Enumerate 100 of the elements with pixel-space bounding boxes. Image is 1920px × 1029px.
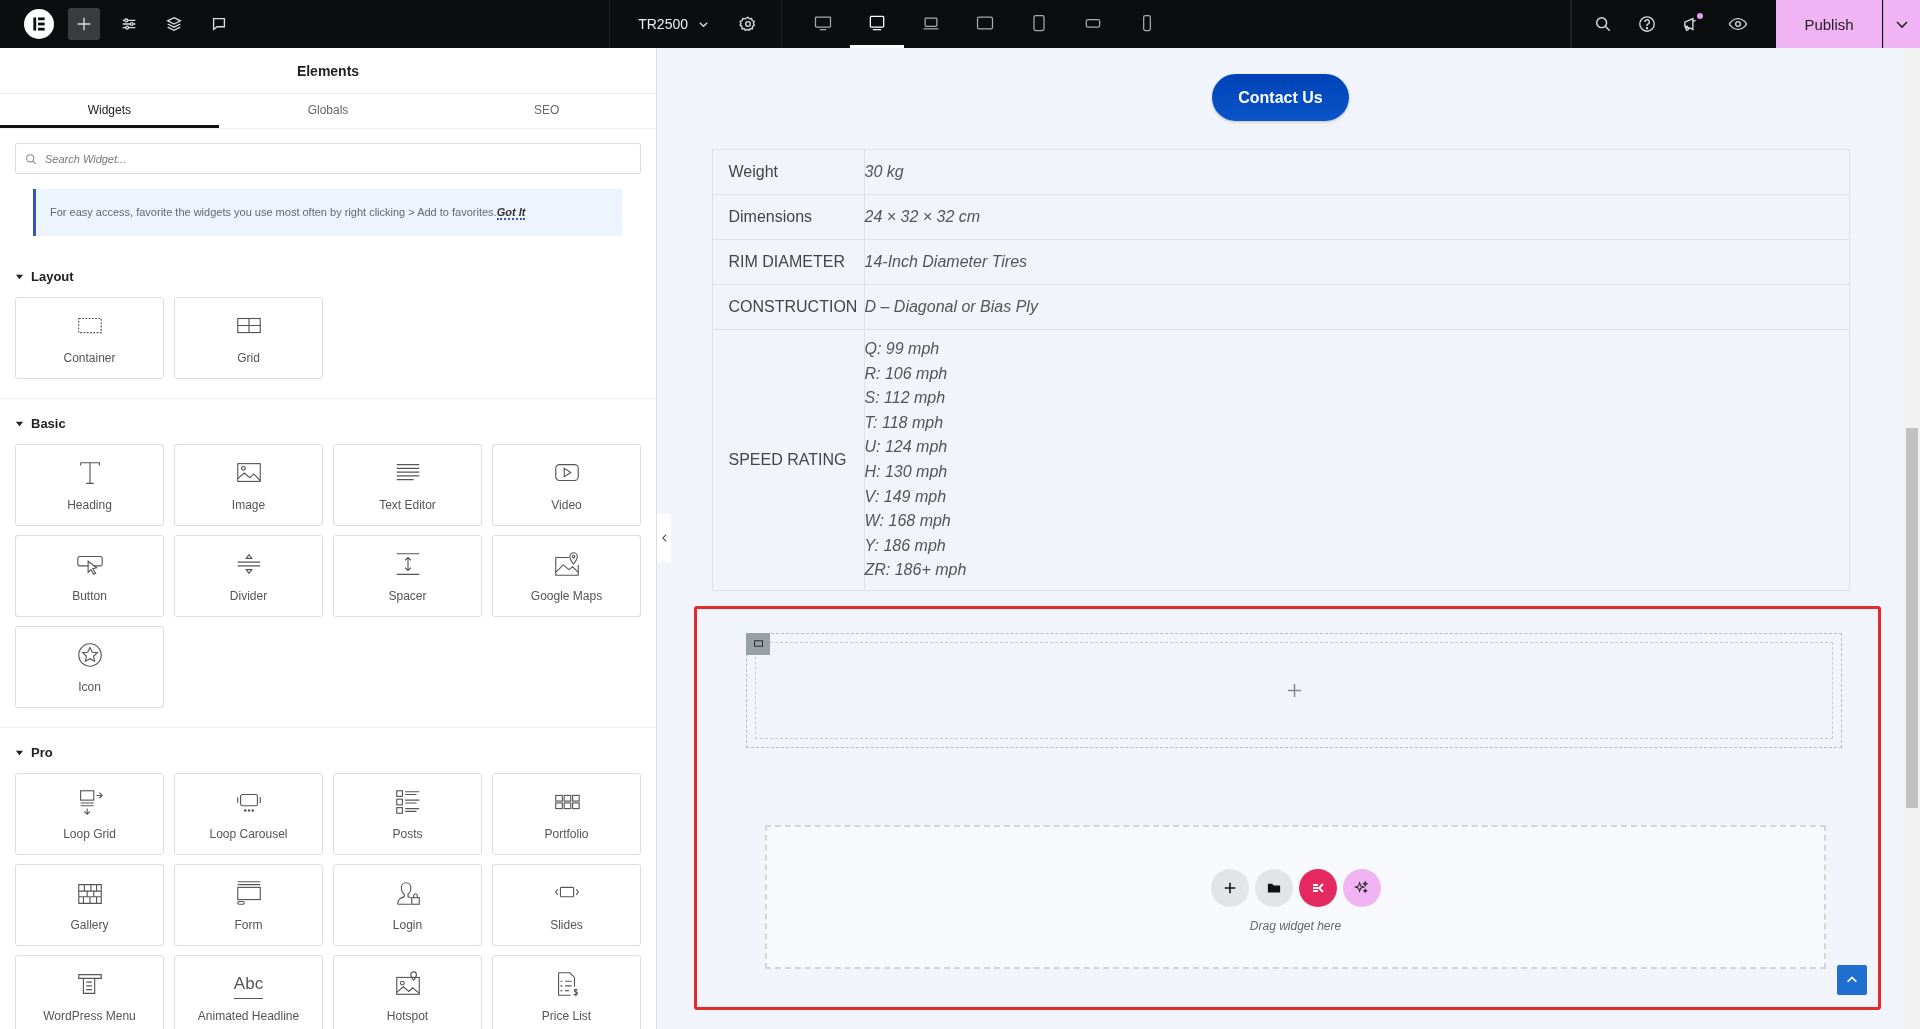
spec-label: Weight — [728, 163, 778, 180]
widget-tile[interactable]: Spacer — [333, 535, 482, 617]
site-selector[interactable]: TR2500 — [638, 16, 709, 32]
widget-tile[interactable]: Form — [174, 864, 323, 946]
add-button[interactable] — [68, 8, 100, 40]
drop-hint: Drag widget here — [1249, 918, 1342, 933]
widget-tile[interactable]: Grid — [174, 297, 323, 379]
scrollbar[interactable] — [1904, 48, 1920, 1029]
sliders-icon — [120, 15, 138, 33]
widget-tile[interactable]: Gallery — [15, 864, 164, 946]
spec-label: CONSTRUCTION — [728, 298, 858, 315]
search-field[interactable]: Search Widget... — [15, 143, 641, 174]
widget-tile[interactable]: Container — [15, 297, 164, 379]
widget-tile[interactable]: Video — [492, 444, 641, 526]
widget-label: Animated Headline — [197, 1010, 300, 1023]
widget-tile[interactable]: Loop Grid — [15, 773, 164, 855]
widget-label: Icon — [78, 681, 101, 694]
panel-tab[interactable]: Globals — [218, 94, 438, 128]
widget-label: Spacer — [388, 590, 427, 603]
widget-label: Form — [234, 919, 263, 932]
widget-label: Google Maps — [530, 590, 603, 603]
spec-label: Dimensions — [728, 208, 813, 225]
widget-tile[interactable]: Price List — [492, 955, 641, 1029]
caret-icon — [15, 272, 24, 281]
preview-icon[interactable] — [1728, 15, 1748, 33]
spec-label: RIM DIAMETER — [728, 253, 845, 270]
scroll-top-button[interactable] — [1837, 964, 1867, 995]
category-header[interactable]: Basic — [15, 399, 66, 444]
widget-label: Video — [551, 499, 582, 512]
help-icon[interactable] — [1638, 15, 1656, 33]
widget-label: WordPress Menu — [43, 1010, 136, 1023]
widget-tile[interactable]: Posts — [333, 773, 482, 855]
widget-label: Text Editor — [379, 499, 436, 512]
plus-icon — [1222, 880, 1237, 895]
contact-button[interactable]: Contact Us — [1212, 74, 1349, 121]
layers-icon — [165, 15, 183, 33]
tip-text: For easy access, favorite the widgets you use most often by right clicking > Add to favorites. — [50, 206, 497, 220]
spec-value: D – Diagonal or Bias Ply — [864, 296, 1040, 317]
spec-value: H: 130 mph — [864, 461, 949, 482]
category-header[interactable]: Layout — [15, 236, 74, 297]
widget-tile[interactable]: Login — [333, 864, 482, 946]
widget-tile[interactable]: Image — [174, 444, 323, 526]
search-icon[interactable] — [1594, 15, 1612, 33]
widget-label: Loop Carousel — [209, 828, 288, 841]
got-it-link[interactable]: Got It — [496, 206, 526, 220]
panel-title: Elements — [0, 48, 656, 94]
widget-label: Grid — [237, 352, 260, 365]
widget-label: Portfolio — [544, 828, 589, 841]
widget-tile[interactable]: Icon — [15, 626, 164, 708]
plus-icon — [75, 15, 93, 33]
widget-tile[interactable]: Portfolio — [492, 773, 641, 855]
widget-tile[interactable]: Slides — [492, 864, 641, 946]
logo-icon[interactable] — [24, 9, 54, 39]
widget-label: Container — [63, 352, 116, 365]
megaphone-icon[interactable] — [1682, 15, 1702, 33]
caret-icon — [15, 748, 24, 757]
widget-label: Image — [231, 499, 266, 512]
spec-value: R: 106 mph — [864, 363, 949, 384]
spec-value: 14-Inch Diameter Tires — [864, 251, 1029, 272]
widget-label: Hotspot — [386, 1010, 429, 1023]
sparkle-icon — [1354, 880, 1369, 896]
panel-tab[interactable]: SEO — [437, 94, 656, 128]
widget-label: Price List — [541, 1010, 592, 1023]
add-icon[interactable] — [1286, 682, 1302, 698]
spec-label: SPEED RATING — [728, 450, 847, 468]
spec-value: W: 168 mph — [864, 511, 952, 532]
spec-value: U: 124 mph — [864, 437, 949, 458]
settings-icon[interactable] — [739, 15, 757, 33]
widget-label: Login — [392, 919, 423, 932]
widget-tile[interactable]: Loop Carousel — [174, 773, 323, 855]
widget-label: Posts — [392, 828, 423, 841]
spec-value: 24 × 32 × 32 cm — [864, 206, 982, 227]
caret-icon — [15, 419, 24, 428]
widget-label: Slides — [550, 919, 583, 932]
category-header[interactable]: Pro — [15, 728, 53, 773]
ai-button[interactable] — [1342, 868, 1381, 907]
search-icon — [25, 153, 37, 165]
container-handle[interactable] — [746, 632, 770, 655]
widget-tile[interactable]: WordPress Menu — [15, 955, 164, 1029]
container-icon — [752, 639, 764, 649]
chevron-icon — [660, 533, 668, 543]
spec-value: V: 149 mph — [864, 486, 948, 507]
widget-tile[interactable]: Google Maps — [492, 535, 641, 617]
spec-value: Y: 186 mph — [864, 535, 947, 556]
widget-label: Gallery — [70, 919, 109, 932]
template-folder-button[interactable] — [1254, 868, 1293, 907]
kit-button[interactable] — [1298, 868, 1337, 907]
publish-button[interactable]: Publish — [1776, 0, 1882, 48]
panel-tab[interactable]: Widgets — [0, 94, 219, 128]
add-section-button[interactable] — [1210, 868, 1249, 907]
widget-tile[interactable]: Button — [15, 535, 164, 617]
widget-tile[interactable]: Abc Animated Headline — [174, 955, 323, 1029]
spec-value: 30 kg — [864, 161, 905, 182]
spec-value: S: 112 mph — [864, 388, 947, 409]
widget-tile[interactable]: Text Editor — [333, 444, 482, 526]
widget-tile[interactable]: Heading — [15, 444, 164, 526]
comment-icon — [210, 15, 228, 33]
widget-tile[interactable]: Divider — [174, 535, 323, 617]
widget-tile[interactable]: Hotspot — [333, 955, 482, 1029]
widget-label: Heading — [67, 499, 112, 512]
